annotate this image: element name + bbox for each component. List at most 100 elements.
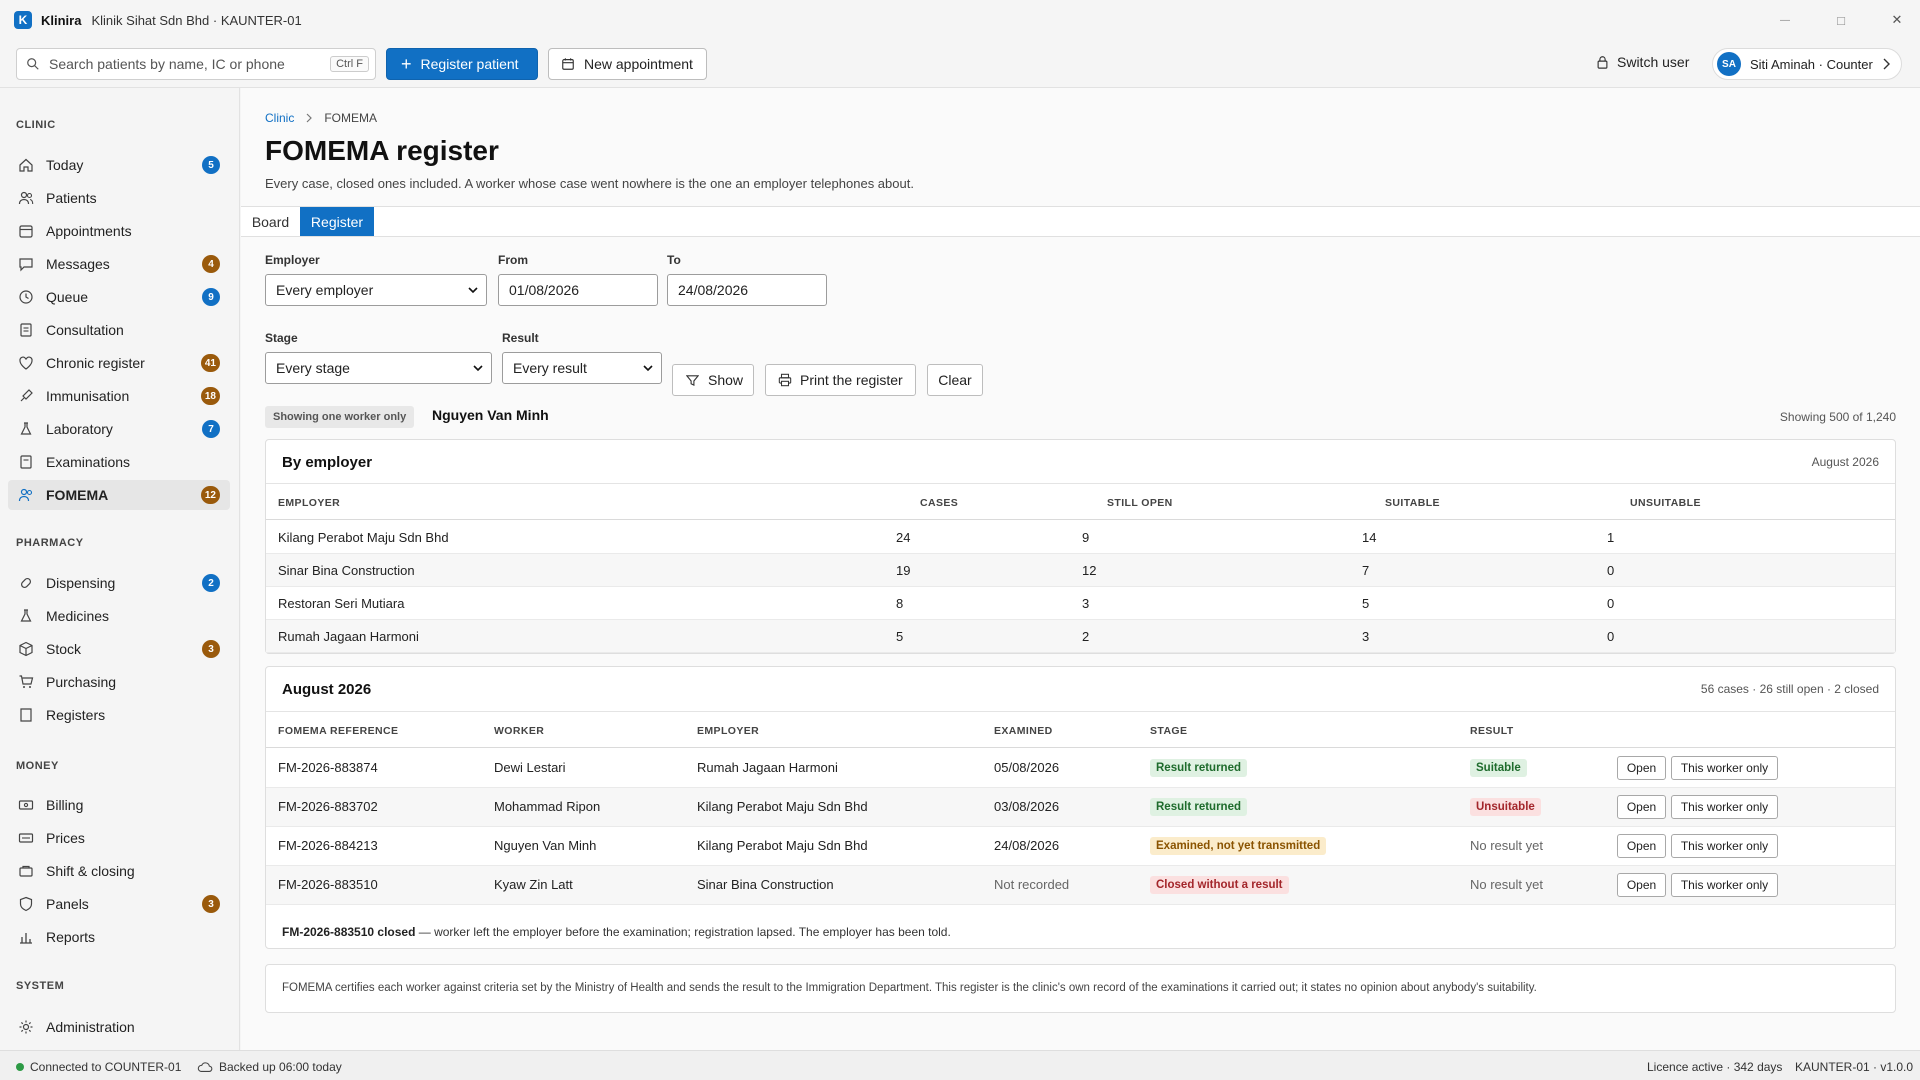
- sidebar-item-shift-closing[interactable]: Shift & closing: [8, 856, 230, 886]
- sidebar-item-label: Billing: [46, 797, 84, 813]
- sidebar-item-examinations[interactable]: Examinations: [8, 447, 230, 477]
- chevron-right-icon: [306, 113, 313, 123]
- table-cell: 5: [896, 629, 904, 644]
- sidebar-item-consultation[interactable]: Consultation: [8, 315, 230, 345]
- new-appointment-button[interactable]: New appointment: [548, 48, 707, 80]
- switch-user-label: Switch user: [1617, 54, 1690, 70]
- case-examined: 05/08/2026: [994, 760, 1060, 775]
- main-content: Clinic FOMEMA FOMEMA register Every case…: [241, 88, 1920, 1050]
- sidebar-item-purchasing[interactable]: Purchasing: [8, 667, 230, 697]
- sidebar-item-patients[interactable]: Patients: [8, 183, 230, 213]
- case-worker: Mohammad Ripon: [494, 799, 601, 814]
- clear-button[interactable]: Clear: [927, 364, 983, 396]
- sidebar-item-stock[interactable]: Stock 3: [8, 634, 230, 664]
- connection-status: Connected to COUNTER-01: [16, 1060, 181, 1074]
- search-input[interactable]: Search patients by name, IC or phone Ctr…: [16, 48, 376, 80]
- box-icon: [18, 641, 34, 657]
- chevron-down-icon: [468, 287, 478, 294]
- this-worker-only-button[interactable]: This worker only: [1671, 756, 1778, 780]
- sidebar-item-label: Examinations: [46, 454, 131, 470]
- employer-select[interactable]: Every employer: [265, 274, 487, 306]
- to-date-input[interactable]: 24/08/2026: [667, 274, 827, 306]
- close-button[interactable]: ✕: [1869, 0, 1920, 40]
- sidebar-item-today[interactable]: Today 5: [8, 150, 230, 180]
- sidebar-item-reports[interactable]: Reports: [8, 922, 230, 952]
- table-cell: Rumah Jagaan Harmoni: [278, 629, 419, 644]
- shield-icon: [18, 896, 34, 912]
- table-cell: 3: [1362, 629, 1370, 644]
- sidebar-item-label: Prices: [46, 830, 85, 846]
- sidebar-item-registers[interactable]: Registers: [8, 700, 230, 730]
- status-bar: Connected to COUNTER-01 Backed up 06:00 …: [0, 1050, 1920, 1080]
- by-employer-title: By employer: [282, 454, 373, 471]
- table-row: Rumah Jagaan Harmoni 5 2 3 0: [266, 620, 1895, 653]
- sidebar-item-messages[interactable]: Messages 4: [8, 249, 230, 279]
- open-case-button[interactable]: Open: [1617, 873, 1666, 897]
- clock-icon: [18, 289, 34, 305]
- table-cell: 14: [1362, 530, 1377, 545]
- tab-board[interactable]: Board: [241, 207, 300, 236]
- this-worker-only-button[interactable]: This worker only: [1671, 873, 1778, 897]
- employer-value: Every employer: [276, 282, 374, 298]
- sidebar-item-laboratory[interactable]: Laboratory 7: [8, 414, 230, 444]
- user-menu[interactable]: SA Siti Aminah · Counter: [1712, 48, 1902, 80]
- switch-user-button[interactable]: Switch user: [1596, 54, 1689, 70]
- sidebar-item-medicines[interactable]: Medicines: [8, 601, 230, 631]
- chevron-right-icon: [1883, 58, 1890, 70]
- section-system: SYSTEM: [16, 980, 65, 992]
- open-case-button[interactable]: Open: [1617, 756, 1666, 780]
- maximize-icon: □: [1837, 12, 1845, 28]
- closed-note-text: — worker left the employer before the ex…: [415, 925, 951, 939]
- connection-label: Connected to COUNTER-01: [30, 1060, 182, 1074]
- sidebar-item-label: Queue: [46, 289, 89, 305]
- sidebar-item-queue[interactable]: Queue 9: [8, 282, 230, 312]
- app-name: Klinira: [41, 12, 82, 28]
- col-employer: EMPLOYER: [697, 725, 760, 737]
- sidebar-item-label: Registers: [46, 707, 106, 723]
- sidebar-item-billing[interactable]: Billing: [8, 790, 230, 820]
- worker-filter-chip: Showing one worker only: [265, 406, 415, 428]
- sidebar-item-administration[interactable]: Administration: [8, 1012, 230, 1042]
- by-employer-period: August 2026: [1811, 455, 1879, 469]
- register-patient-button[interactable]: + Register patient: [386, 48, 538, 80]
- case-examined: 03/08/2026: [994, 799, 1060, 814]
- sidebar-item-immunisation[interactable]: Immunisation 18: [8, 381, 230, 411]
- from-date-input[interactable]: 01/08/2026: [498, 274, 658, 306]
- open-case-button[interactable]: Open: [1617, 834, 1666, 858]
- count-badge: 9: [202, 288, 220, 306]
- breadcrumb-clinic[interactable]: Clinic: [265, 111, 294, 125]
- table-cell: Restoran Seri Mutiara: [278, 596, 405, 611]
- table-cell: 19: [896, 563, 911, 578]
- sidebar-item-chronic-register[interactable]: Chronic register 41: [8, 348, 230, 378]
- case-examined: Not recorded: [994, 877, 1070, 892]
- sidebar-item-label: Today: [46, 157, 84, 173]
- table-cell: 0: [1607, 629, 1615, 644]
- sidebar-item-appointments[interactable]: Appointments: [8, 216, 230, 246]
- col-suitable: SUITABLE: [1385, 497, 1440, 509]
- result-select[interactable]: Every result: [502, 352, 662, 384]
- case-worker: Kyaw Zin Latt: [494, 877, 573, 892]
- sidebar-item-dispensing[interactable]: Dispensing 2: [8, 568, 230, 598]
- sidebar-item-fomema[interactable]: FOMEMA 12: [8, 480, 230, 510]
- minimize-button[interactable]: —: [1757, 0, 1813, 40]
- stage-select[interactable]: Every stage: [265, 352, 492, 384]
- this-worker-only-button[interactable]: This worker only: [1671, 795, 1778, 819]
- sidebar-item-panels[interactable]: Panels 3: [8, 889, 230, 919]
- plus-icon: +: [401, 54, 412, 74]
- chevron-down-icon: [643, 365, 653, 372]
- toolbar: Search patients by name, IC or phone Ctr…: [0, 40, 1920, 88]
- tab-register[interactable]: Register: [300, 207, 374, 236]
- version-label: KAUNTER-01 · v1.0.0: [1795, 1060, 1914, 1074]
- document-icon: [18, 454, 34, 470]
- to-label: To: [667, 253, 681, 267]
- print-register-button[interactable]: Print the register: [765, 364, 916, 396]
- this-worker-only-button[interactable]: This worker only: [1671, 834, 1778, 858]
- sidebar-item-prices[interactable]: Prices: [8, 823, 230, 853]
- case-examined: 24/08/2026: [994, 838, 1060, 853]
- section-clinic: CLINIC: [16, 119, 56, 131]
- user-label: Siti Aminah · Counter: [1750, 56, 1873, 72]
- closed-case-note: FM-2026-883510 closed — worker left the …: [282, 925, 951, 939]
- open-case-button[interactable]: Open: [1617, 795, 1666, 819]
- show-button[interactable]: Show: [672, 364, 754, 396]
- maximize-button[interactable]: □: [1813, 0, 1869, 40]
